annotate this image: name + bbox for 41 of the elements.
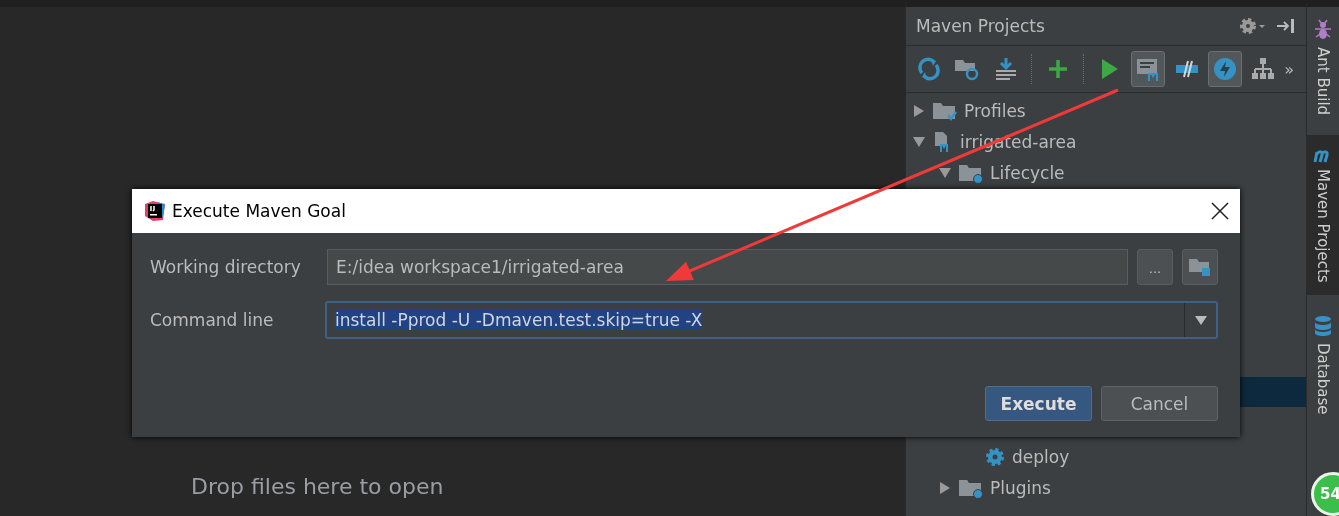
ant-icon [1313,19,1333,41]
tree-item-label: Profiles [964,100,1026,121]
command-line-field[interactable]: install -Pprod -U -Dmaven.test.skip=true -X [325,301,1218,339]
more-tools[interactable]: » [1284,59,1300,79]
execute-button[interactable]: Execute [985,386,1092,421]
expanded-arrow-icon[interactable] [938,165,952,180]
toolbar-button[interactable] [1207,51,1242,87]
app-icon [144,200,166,222]
add-icon [1047,59,1068,79]
run-icon [1101,58,1120,80]
lightning-icon [1212,57,1237,81]
tool-window-tab[interactable]: Ant Build [1307,7,1339,128]
folder-refresh-icon [954,57,981,81]
panel-title: Maven Projects [916,16,1046,36]
tree-item-label: deploy [1012,446,1070,467]
folder-button[interactable] [1182,249,1218,285]
directory-field[interactable]: E:/idea workspace1/irrigated-area [327,249,1128,285]
download-icon [993,57,1018,81]
hide-panel-icon[interactable] [1276,17,1296,35]
tree-item-label: Lifecycle [990,162,1065,183]
expanded-arrow-icon[interactable] [912,134,926,149]
database-icon [1314,314,1332,337]
settings-icon[interactable] [1238,16,1268,36]
hierarchy-icon [1251,57,1276,81]
refresh-icon [917,57,942,81]
toolbar-button[interactable] [1131,51,1166,87]
collapsed-arrow-icon[interactable] [912,103,926,118]
folder-icon [1188,256,1212,278]
cancel-button[interactable]: Cancel [1101,386,1218,421]
dialog-title: Execute Maven Goal [172,201,347,221]
field-label: Working directory [150,257,302,277]
field-label: Command line [150,310,275,330]
tool-window-tab[interactable]: Database [1307,302,1339,427]
caret-icon [1193,314,1208,326]
collapsed-arrow-icon[interactable] [938,480,952,495]
tool-window-tab[interactable]: Maven Projects [1307,135,1339,295]
tree-item-label: Plugins [990,477,1051,498]
drop-files-hint: Drop files here to open [191,474,445,499]
browse-button[interactable]: ... [1137,249,1173,285]
gear-icon [984,445,1006,468]
close-button[interactable] [1210,201,1230,221]
